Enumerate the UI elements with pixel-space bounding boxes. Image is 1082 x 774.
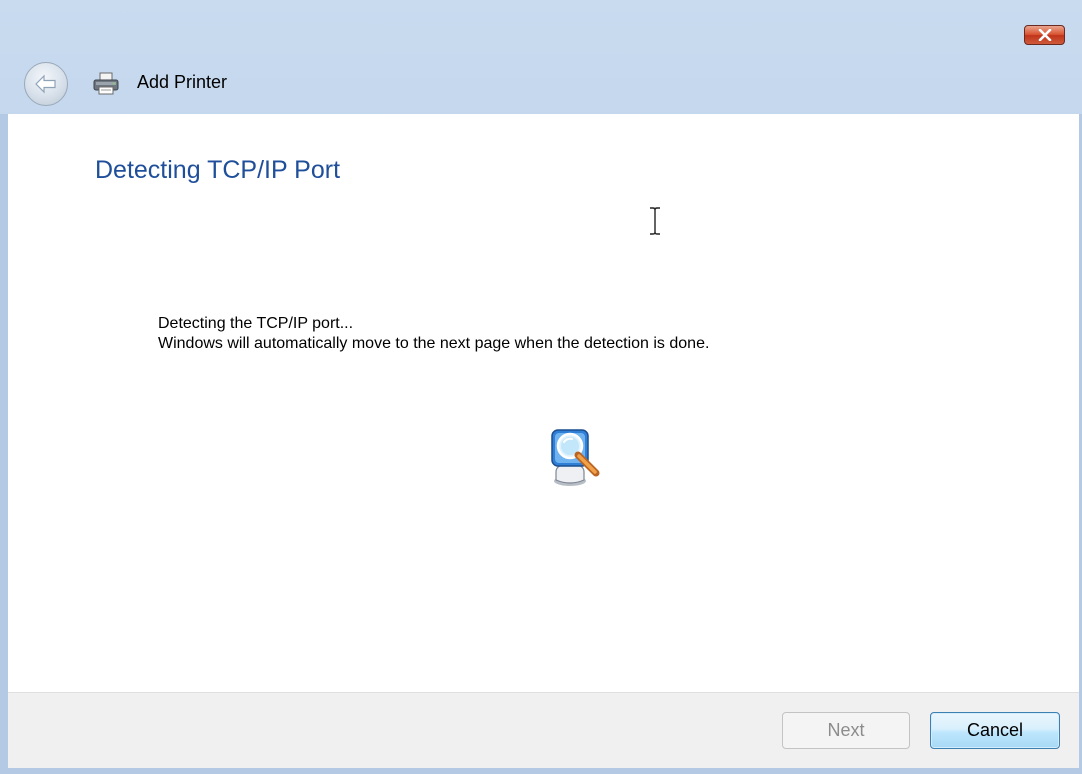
window-frame-left: [0, 114, 8, 774]
back-arrow-icon: [35, 74, 56, 94]
wizard-content: Detecting TCP/IP Port Detecting the TCP/…: [8, 114, 1079, 692]
add-printer-window: Add Printer Detecting TCP/IP Port Detect…: [0, 0, 1082, 774]
cancel-button[interactable]: Cancel: [930, 712, 1060, 749]
search-magnifier-icon: [551, 429, 600, 486]
close-button[interactable]: [1024, 25, 1065, 45]
title-bar: Add Printer: [0, 0, 1082, 114]
auto-advance-message: Windows will automatically move to the n…: [158, 335, 710, 352]
next-button[interactable]: Next: [782, 712, 910, 749]
close-icon: [1038, 29, 1051, 41]
window-frame-bottom: [0, 768, 1082, 774]
wizard-footer: Next Cancel: [8, 692, 1079, 768]
text-cursor-icon: [650, 207, 660, 235]
back-button[interactable]: [24, 62, 68, 106]
page-heading: Detecting TCP/IP Port: [95, 156, 341, 184]
window-title: Add Printer: [137, 72, 228, 92]
printer-icon: [93, 72, 119, 95]
detecting-message: Detecting the TCP/IP port...: [158, 315, 354, 332]
